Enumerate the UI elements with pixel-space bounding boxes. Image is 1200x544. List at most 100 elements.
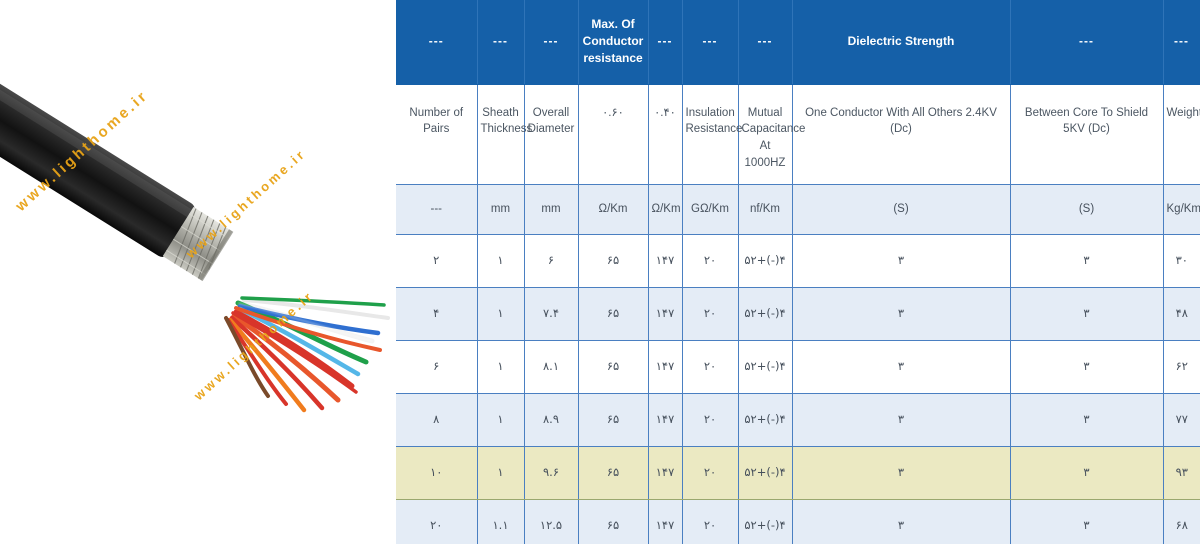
group-header-6: --- [738,0,793,85]
table-units-row: --- mm mm Ω/Km Ω/Km GΩ/Km nf/Km (S) (S) … [396,184,1200,235]
cell-r5-c2: ۱۲.۵ [524,499,579,544]
cell-r1-c0: ۴ [396,287,478,341]
product-photo: www.lighthome.ir www.lighthome.ir www.li… [0,0,396,544]
cell-r4-c6: ۵۲+(-)۴ [738,445,793,500]
unit-1: mm [477,184,525,235]
group-header-4: --- [648,0,683,85]
unit-9: Kg/Km [1163,184,1200,235]
subheader-overall-diameter: Overall Diameter [524,84,579,185]
cell-r5-c5: ۲۰ [682,499,739,544]
table-row: ۸ ۱ ۸.۹ ۶۵ ۱۴۷ ۲۰ ۵۲+(-)۴ ۳ ۳ ۷۷ [396,393,1200,447]
subheader-conductor-060: ۰.۶۰ [578,84,649,185]
group-header-9: --- [1163,0,1200,85]
specification-table: --- --- --- Max. Of Conductor resistance… [396,0,1200,544]
cable-illustration [0,0,396,544]
cell-r3-c9: ۷۷ [1163,393,1200,447]
table-row: ۴ ۱ ۷.۴ ۶۵ ۱۴۷ ۲۰ ۵۲+(-)۴ ۳ ۳ ۴۸ [396,287,1200,341]
cell-r0-c0: ۲ [396,234,478,288]
table-row: ۶ ۱ ۸.۱ ۶۵ ۱۴۷ ۲۰ ۵۲+(-)۴ ۳ ۳ ۶۲ [396,340,1200,394]
subheader-between-core-to-shield: Between Core To Shield 5KV (Dc) [1010,84,1164,185]
subheader-one-conductor-with-all-others: One Conductor With All Others 2.4KV (Dc) [792,84,1011,185]
cell-r0-c5: ۲۰ [682,234,739,288]
cell-r0-c3: ۶۵ [578,234,649,288]
table-row: ۲ ۱ ۶ ۶۵ ۱۴۷ ۲۰ ۵۲+(-)۴ ۳ ۳ ۳۰ [396,234,1200,288]
cell-r3-c5: ۲۰ [682,393,739,447]
cell-r1-c7: ۳ [792,287,1011,341]
page-root: www.lighthome.ir www.lighthome.ir www.li… [0,0,1200,544]
cell-r2-c6: ۵۲+(-)۴ [738,340,793,394]
unit-6: nf/Km [738,184,793,235]
unit-8: (S) [1010,184,1164,235]
table-row: ۲۰ ۱.۱ ۱۲.۵ ۶۵ ۱۴۷ ۲۰ ۵۲+(-)۴ ۳ ۳ ۶۸ [396,499,1200,544]
cell-r1-c2: ۷.۴ [524,287,579,341]
cell-r0-c9: ۳۰ [1163,234,1200,288]
subheader-mutual-capacitance: Mutual Capacitance At 1000HZ [738,84,805,185]
cell-r5-c9: ۶۸ [1163,499,1200,544]
cell-r1-c3: ۶۵ [578,287,649,341]
cell-r4-c1: ۱ [477,445,525,500]
cell-r3-c8: ۳ [1010,393,1164,447]
unit-7: (S) [792,184,1011,235]
table-body: ۲ ۱ ۶ ۶۵ ۱۴۷ ۲۰ ۵۲+(-)۴ ۳ ۳ ۳۰ ۴ ۱ ۷.۴ ۶۵ ۱۴۷ ۲۰ ۵۲+(-)۴… [396,234,1200,544]
cable-svg [0,77,390,413]
unit-2: mm [524,184,579,235]
group-header-2: --- [524,0,579,85]
cell-r5-c8: ۳ [1010,499,1164,544]
cell-r1-c5: ۲۰ [682,287,739,341]
group-header-0: --- [396,0,478,85]
group-header-8: --- [1010,0,1164,85]
cell-r4-c5: ۲۰ [682,445,739,500]
cell-r1-c1: ۱ [477,287,525,341]
cell-r2-c9: ۶۲ [1163,340,1200,394]
cell-r2-c7: ۳ [792,340,1011,394]
subheader-conductor-040: ۰.۴۰ [648,84,683,185]
subheader-weight: Weight [1163,84,1200,185]
cell-r4-c4: ۱۴۷ [648,445,683,500]
group-header-5: --- [682,0,739,85]
cell-r3-c3: ۶۵ [578,393,649,447]
cell-r2-c8: ۳ [1010,340,1164,394]
cell-r3-c1: ۱ [477,393,525,447]
cell-r0-c6: ۵۲+(-)۴ [738,234,793,288]
group-header-conductor-resistance: Max. Of Conductor resistance [578,0,649,85]
cell-r1-c4: ۱۴۷ [648,287,683,341]
subheader-insulation-resistance: Insulation Resistance [682,84,742,185]
cell-r2-c1: ۱ [477,340,525,394]
cell-r4-c3: ۶۵ [578,445,649,500]
cell-r1-c9: ۴۸ [1163,287,1200,341]
cell-r3-c4: ۱۴۷ [648,393,683,447]
cell-r5-c0: ۲۰ [396,499,478,544]
cell-r5-c4: ۱۴۷ [648,499,683,544]
cell-r2-c0: ۶ [396,340,478,394]
cell-r0-c1: ۱ [477,234,525,288]
specification-table-pane: --- --- --- Max. Of Conductor resistance… [396,0,1200,544]
cell-r3-c7: ۳ [792,393,1011,447]
cell-r4-c0: ۱۰ [396,445,478,500]
cell-r2-c3: ۶۵ [578,340,649,394]
cell-r5-c7: ۳ [792,499,1011,544]
subheader-sheath-thickness: Sheath Thickness [477,84,532,185]
cell-r2-c4: ۱۴۷ [648,340,683,394]
unit-4: Ω/Km [648,184,683,235]
cell-r0-c4: ۱۴۷ [648,234,683,288]
subheader-number-of-pairs: Number of Pairs [396,84,478,185]
cell-r3-c0: ۸ [396,393,478,447]
cell-r0-c8: ۳ [1010,234,1164,288]
group-header-dielectric-strength: Dielectric Strength [792,0,1011,85]
unit-0: --- [396,184,478,235]
table-row: ۱۰ ۱ ۹.۶ ۶۵ ۱۴۷ ۲۰ ۵۲+(-)۴ ۳ ۳ ۹۳ [396,445,1200,500]
table-group-header-row: --- --- --- Max. Of Conductor resistance… [396,0,1200,85]
cell-r4-c9: ۹۳ [1163,445,1200,500]
cell-r1-c8: ۳ [1010,287,1164,341]
cell-r5-c6: ۵۲+(-)۴ [738,499,793,544]
cell-r4-c2: ۹.۶ [524,445,579,500]
cell-r3-c6: ۵۲+(-)۴ [738,393,793,447]
cell-r2-c5: ۲۰ [682,340,739,394]
cell-r3-c2: ۸.۹ [524,393,579,447]
cell-r4-c7: ۳ [792,445,1011,500]
table-subheader-row: Number of Pairs Sheath Thickness Overall… [396,84,1200,185]
cell-r0-c7: ۳ [792,234,1011,288]
cell-r1-c6: ۵۲+(-)۴ [738,287,793,341]
cell-r5-c3: ۶۵ [578,499,649,544]
cell-r2-c2: ۸.۱ [524,340,579,394]
